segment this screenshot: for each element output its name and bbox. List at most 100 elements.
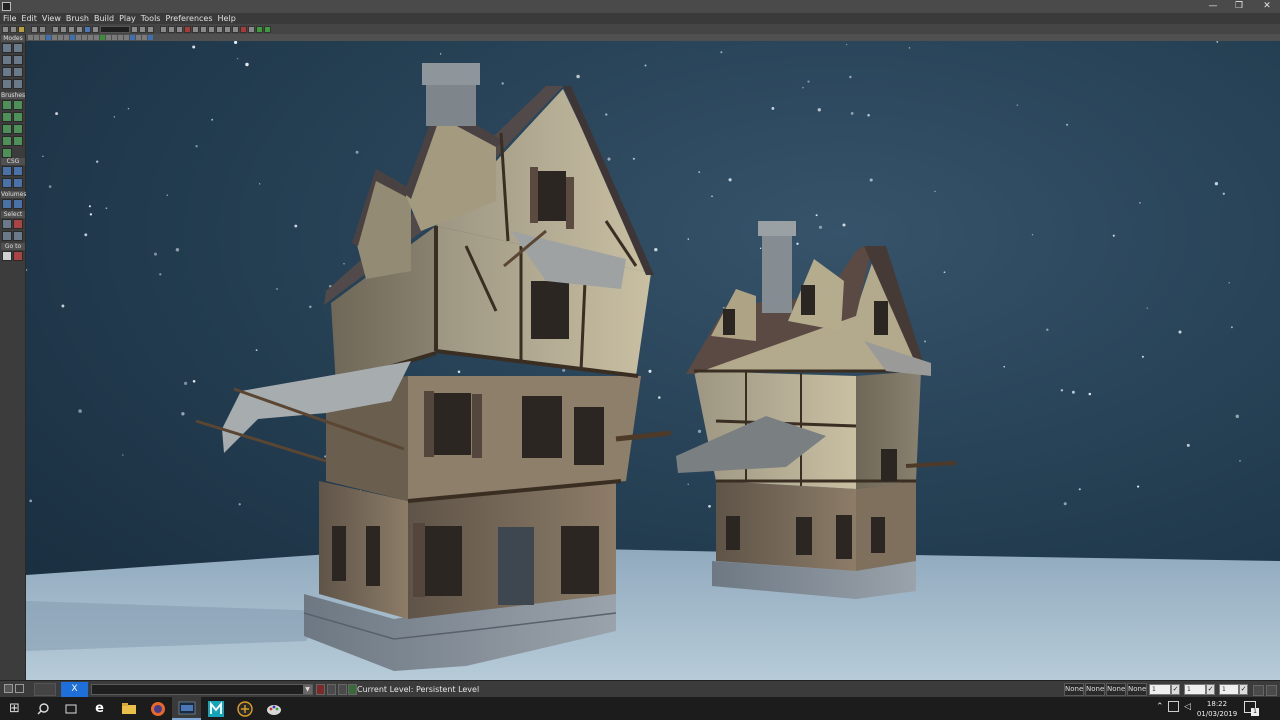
viewport-option-icon[interactable] [82, 35, 87, 40]
file-explorer-taskbar-button[interactable] [114, 697, 143, 720]
app-icon[interactable] [2, 2, 11, 11]
menu-file[interactable]: File [3, 13, 16, 24]
realtime-icon[interactable] [46, 35, 51, 40]
menu-view[interactable]: View [42, 13, 61, 24]
viewport-option-icon[interactable] [88, 35, 93, 40]
viewport-option-icon[interactable] [58, 35, 63, 40]
play-in-editor-icon[interactable] [256, 25, 263, 33]
search-field[interactable] [100, 25, 130, 33]
maximize-viewport-icon[interactable] [148, 35, 153, 40]
lit-view-icon[interactable] [70, 35, 75, 40]
landscape-mode-icon[interactable] [13, 79, 23, 89]
terrain-mode-icon[interactable] [2, 55, 12, 65]
chevron-down-icon[interactable]: ▼ [303, 685, 312, 694]
light-quality-icon[interactable] [232, 25, 239, 33]
udk-taskbar-button[interactable] [172, 697, 201, 720]
scale-grid-none[interactable]: None [1106, 683, 1126, 696]
tray-chevron-up-icon[interactable]: ⌃ [1156, 702, 1164, 712]
cone-brush-icon[interactable] [13, 100, 23, 110]
build-all-icon[interactable] [224, 25, 231, 33]
scale-grid-field[interactable]: 1 [1219, 684, 1239, 695]
close-icon[interactable]: ✕ [1252, 0, 1280, 13]
search-button[interactable] [28, 697, 57, 720]
actor-classes-icon[interactable] [92, 25, 99, 33]
close-level-button[interactable]: X [61, 682, 88, 697]
scale-icon[interactable] [176, 25, 183, 33]
goto-builder-brush-icon[interactable] [2, 251, 12, 261]
viewport-option-icon[interactable] [28, 35, 33, 40]
viewport-option-icon[interactable] [94, 35, 99, 40]
viewport-option-icon[interactable] [124, 35, 129, 40]
console-icon[interactable] [248, 25, 255, 33]
build-geometry-icon[interactable] [192, 25, 199, 33]
csg-add-icon[interactable] [2, 166, 12, 176]
volume-list-icon[interactable] [13, 199, 23, 209]
viewport-option-icon[interactable] [64, 35, 69, 40]
new-icon[interactable] [2, 25, 9, 33]
cube-brush-icon[interactable] [2, 100, 12, 110]
record-icon[interactable] [240, 25, 247, 33]
static-mesh-icon[interactable] [13, 67, 23, 77]
layout-icon[interactable] [15, 684, 24, 693]
camera-mode-icon[interactable] [2, 43, 12, 53]
csg-intersect-icon[interactable] [2, 178, 12, 188]
build-cover-icon[interactable] [216, 25, 223, 33]
viewport-option-icon[interactable] [136, 35, 141, 40]
build-paths-icon[interactable] [208, 25, 215, 33]
firefox-taskbar-button[interactable] [143, 697, 172, 720]
csg-deintersect-icon[interactable] [13, 178, 23, 188]
viewport-option-icon[interactable] [40, 35, 45, 40]
rotation-grid-none[interactable]: None [1085, 683, 1105, 696]
volume-icon[interactable]: ◁ [1184, 702, 1191, 712]
hide-selected-icon[interactable] [2, 231, 12, 241]
system-clock[interactable]: 18:22 01/03/2019 [1196, 699, 1238, 719]
content-browser-icon[interactable] [84, 25, 91, 33]
play-on-pc-icon[interactable] [264, 25, 271, 33]
task-view-button[interactable] [56, 697, 85, 720]
rotate-icon[interactable] [168, 25, 175, 33]
info-icon[interactable] [338, 684, 347, 695]
grid-icon[interactable] [147, 25, 154, 33]
volumetric-brush-icon[interactable] [2, 136, 12, 146]
scale-grid-toggle[interactable]: ✓ [1239, 684, 1248, 695]
sheet-brush-icon[interactable] [2, 124, 12, 134]
network-icon[interactable] [1168, 701, 1179, 712]
menu-play[interactable]: Play [119, 13, 136, 24]
panel-toggle-icon[interactable] [1266, 685, 1277, 696]
viewport-option-icon[interactable] [112, 35, 117, 40]
translate-icon[interactable] [160, 25, 167, 33]
cylinder-brush-icon[interactable] [2, 112, 12, 122]
texture-mode-icon[interactable] [13, 55, 23, 65]
build-lighting-icon[interactable] [200, 25, 207, 33]
camera-speed-icon[interactable] [130, 35, 135, 40]
perspective-viewport[interactable] [26, 41, 1280, 680]
snap-icon[interactable] [139, 25, 146, 33]
mesh-paint-icon[interactable] [2, 67, 12, 77]
copy-icon[interactable] [60, 25, 67, 33]
statusbar-tab[interactable] [34, 683, 56, 696]
game-view-icon[interactable] [100, 35, 105, 40]
viewport-option-icon[interactable] [34, 35, 39, 40]
pin-icon[interactable] [327, 684, 336, 695]
maximize-icon[interactable]: ❐ [1224, 0, 1254, 13]
level-icon[interactable] [348, 684, 357, 695]
paste-icon[interactable] [68, 25, 75, 33]
save-icon[interactable] [18, 25, 25, 33]
record-icon[interactable] [316, 684, 325, 695]
stop-icon[interactable] [184, 25, 191, 33]
menu-brush[interactable]: Brush [66, 13, 89, 24]
foliage-mode-icon[interactable] [2, 79, 12, 89]
panel-toggle-icon[interactable] [1253, 685, 1264, 696]
undo-icon[interactable] [31, 25, 38, 33]
viewport-option-icon[interactable] [52, 35, 57, 40]
open-icon[interactable] [10, 25, 17, 33]
drag-grid-field[interactable]: 1 [1149, 684, 1171, 695]
menu-tools[interactable]: Tools [141, 13, 161, 24]
maya-taskbar-button[interactable] [201, 697, 230, 720]
script-taskbar-button[interactable] [230, 697, 259, 720]
cut-icon[interactable] [52, 25, 59, 33]
paint-taskbar-button[interactable] [259, 697, 288, 720]
rotation-grid-field[interactable]: 1 [1184, 684, 1206, 695]
goto-actor-icon[interactable] [13, 251, 23, 261]
spiral-brush-icon[interactable] [13, 136, 23, 146]
